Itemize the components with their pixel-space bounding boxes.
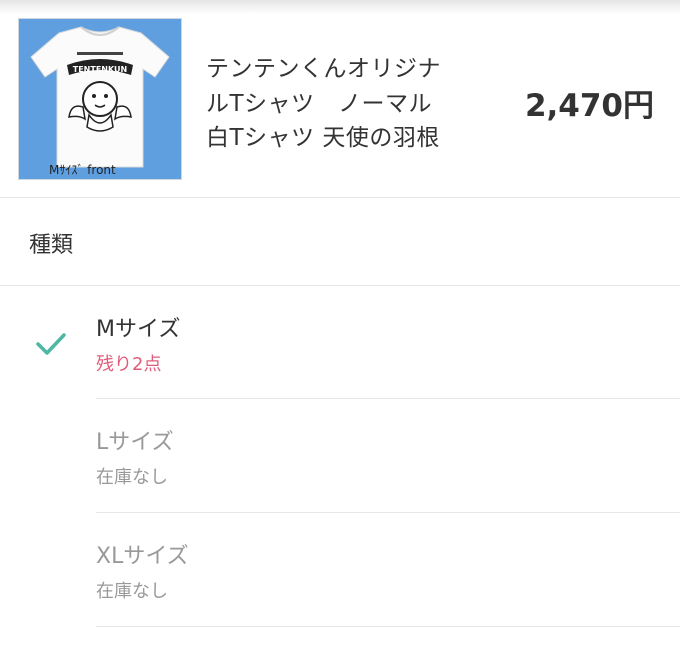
product-thumbnail[interactable]: TENTENKUN Mｻｲｽﾞ front <box>18 18 182 180</box>
variant-name: Lサイズ <box>96 430 174 455</box>
variant-option-xl[interactable]: XLサイズ 在庫なし <box>0 513 680 627</box>
variant-option-l[interactable]: Lサイズ 在庫なし <box>0 399 680 513</box>
product-name-line: テンテンくんオリジナ <box>206 56 441 82</box>
product-name-line: 白Tシャツ 天使の羽根 <box>206 125 440 151</box>
variant-stock-status: 在庫なし <box>96 581 168 602</box>
check-icon <box>36 333 66 355</box>
thumbnail-caption: Mｻｲｽﾞ front <box>49 163 116 177</box>
variant-name: XLサイズ <box>96 544 189 569</box>
section-title: 種類 <box>29 233 74 258</box>
divider <box>96 626 680 627</box>
product-price: 2,470円 <box>524 88 654 124</box>
product-name: テンテンくんオリジナ ルTシャツ ノーマル 白Tシャツ 天使の羽根 <box>206 52 476 156</box>
logo-text: TENTENKUN <box>73 65 127 74</box>
product-name-line: ルTシャツ ノーマル <box>206 90 433 117</box>
variant-stock-status: 在庫なし <box>96 467 168 488</box>
variant-option-m[interactable]: Mサイズ 残り2点 <box>0 286 680 399</box>
variant-section-header: 種類 <box>0 198 680 286</box>
tshirt-image: TENTENKUN <box>19 19 181 179</box>
variant-stock-status: 残り2点 <box>96 354 162 375</box>
variant-name: Mサイズ <box>96 317 181 342</box>
product-summary: TENTENKUN Mｻｲｽﾞ front テンテンくんオリジナ ルTシャツ ノ… <box>0 0 680 198</box>
